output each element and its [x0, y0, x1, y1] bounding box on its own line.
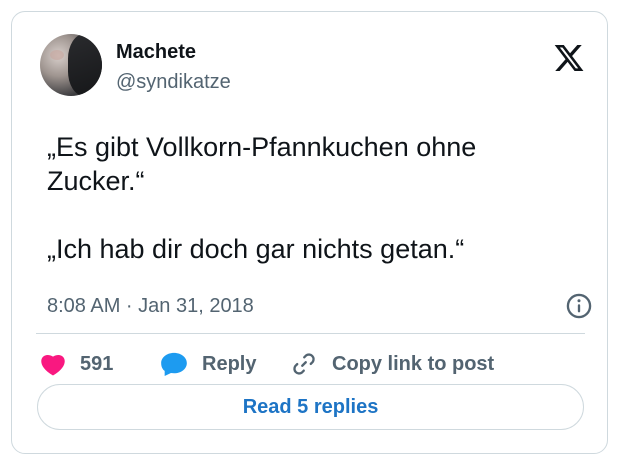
heart-icon — [41, 354, 65, 376]
reply-bubble-icon — [161, 352, 187, 377]
action-bar: 591 Reply Copy link to post — [12, 345, 607, 383]
like-count: 591 — [80, 352, 114, 375]
x-logo-icon[interactable] — [552, 42, 586, 74]
reply-label: Reply — [202, 352, 257, 375]
tweet-timestamp[interactable]: 8:08 AM · Jan 31, 2018 — [47, 294, 254, 318]
tweet-text: „Es gibt Vollkorn-Pfannkuchen ohne Zucke… — [47, 132, 477, 264]
copy-link-label: Copy link to post — [332, 352, 495, 375]
read-replies-button[interactable]: Read 5 replies — [37, 384, 584, 430]
author-handle[interactable]: @syndikatze — [116, 70, 231, 94]
link-icon — [293, 353, 315, 375]
avatar[interactable] — [40, 34, 102, 96]
divider — [36, 333, 585, 334]
tweet-card: Machete @syndikatze „Es gibt Vollkorn-Pf… — [11, 11, 608, 454]
like-button[interactable]: 591 — [40, 345, 113, 383]
info-icon[interactable] — [565, 292, 593, 320]
author-name[interactable]: Machete — [116, 40, 196, 64]
reply-button[interactable]: Reply — [160, 345, 256, 383]
copy-link-button[interactable]: Copy link to post — [290, 345, 494, 383]
